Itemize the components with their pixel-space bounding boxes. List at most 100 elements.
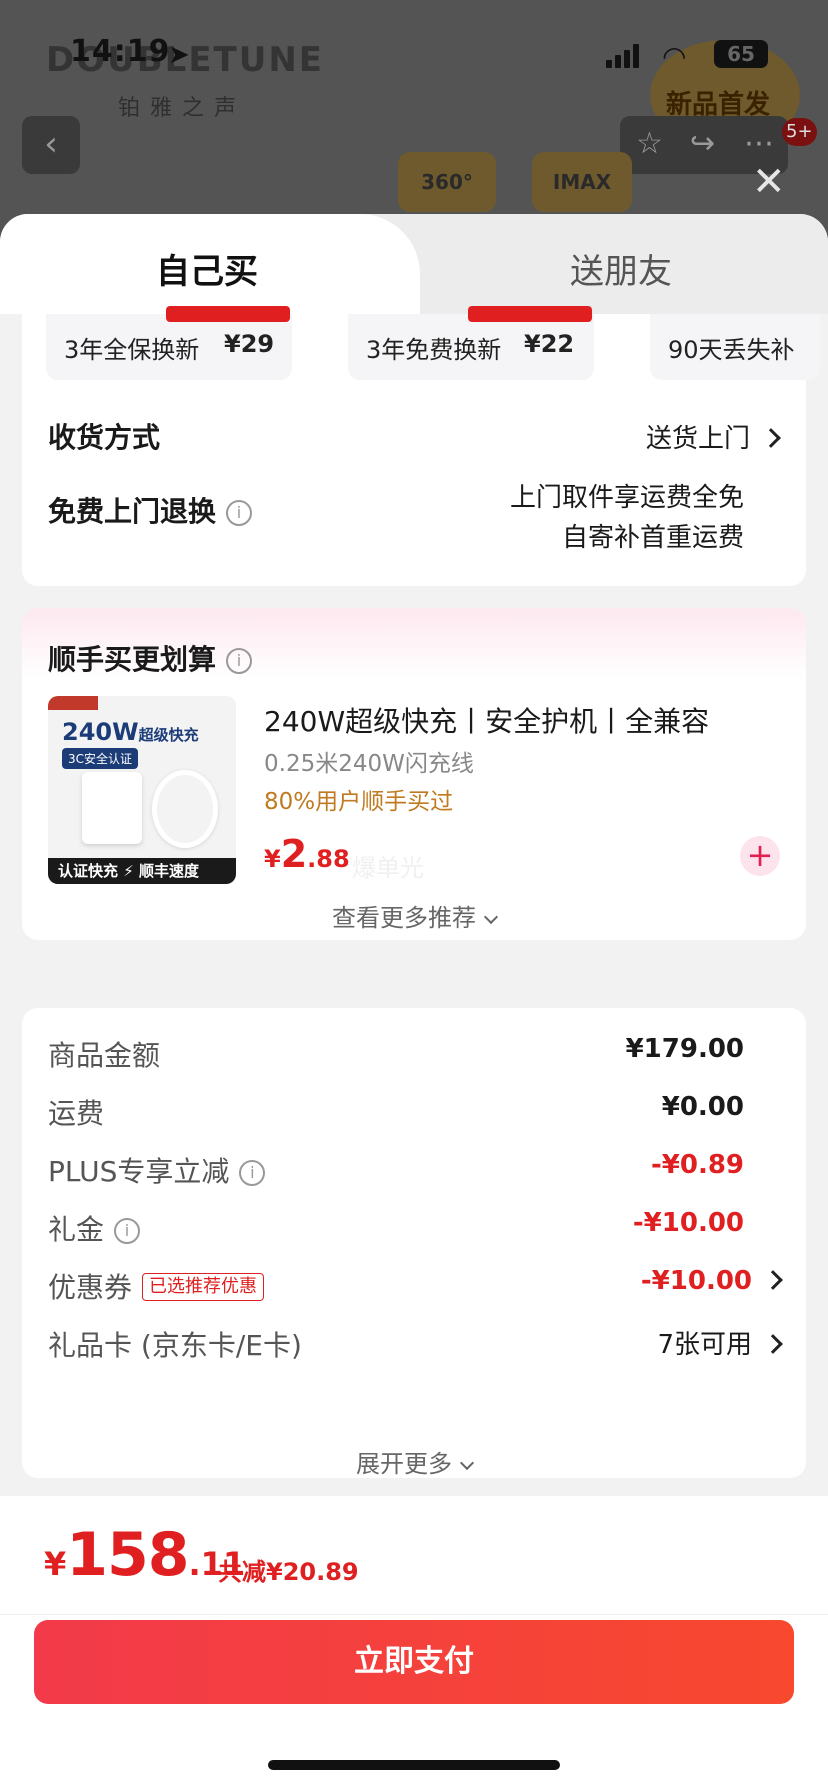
- back-button[interactable]: ‹: [22, 116, 80, 174]
- delivery-method[interactable]: 送货上门: [645, 418, 781, 455]
- star-icon[interactable]: ☆: [636, 126, 663, 161]
- product-image-bar: 认证快充 ⚡ 顺丰速度: [48, 858, 236, 884]
- status-time: 14:19: [70, 34, 171, 69]
- return-note: 上门取件享运费全免 自寄补首重运费: [364, 478, 744, 558]
- expand-more-button[interactable]: 展开更多: [22, 1444, 806, 1479]
- more-icon[interactable]: ⋯: [744, 126, 774, 161]
- summary-label: PLUS专享立减: [48, 1155, 230, 1188]
- charger-illustration: [82, 772, 142, 844]
- warranty-option[interactable]: 3年全保换新 ¥29: [46, 306, 292, 380]
- cable-illustration: [152, 770, 218, 848]
- delivery-value: 送货上门: [645, 424, 750, 454]
- summary-label-group: PLUS专享立减 i: [48, 1150, 266, 1190]
- summary-label: 运费: [48, 1097, 105, 1130]
- pay-now-button[interactable]: 立即支付: [34, 1620, 794, 1704]
- coupon-value: -¥10.00: [640, 1266, 752, 1296]
- payment-bar: ¥158.11 共减¥20.89 立即支付: [0, 1496, 828, 1792]
- summary-value: -¥0.89: [650, 1150, 744, 1180]
- wifi-icon: ◠: [662, 40, 687, 73]
- product-image-headline: 240W超级快充: [62, 718, 199, 746]
- summary-label: 礼金: [48, 1213, 105, 1246]
- share-icon[interactable]: ↪: [690, 126, 715, 161]
- warranty-price: ¥22: [524, 330, 575, 358]
- message-count-badge: 5+: [782, 118, 817, 146]
- location-arrow-icon: ➤: [168, 40, 190, 70]
- warranty-option[interactable]: 3年免费换新 ¥22: [348, 306, 594, 380]
- plus-icon: +: [746, 836, 774, 874]
- summary-label-group: 礼金 i: [48, 1208, 141, 1248]
- product-price: ¥2.88: [264, 832, 350, 876]
- warranty-option[interactable]: 90天丢失补: [650, 314, 820, 380]
- back-icon: ‹: [44, 124, 58, 164]
- summary-row: 礼金 i -¥10.00: [48, 1208, 780, 1248]
- return-note-line: 上门取件享运费全免: [509, 483, 744, 513]
- tab-buy-for-self[interactable]: 自己买: [156, 244, 258, 293]
- product-popularity: 80%用户顺手买过: [264, 789, 454, 815]
- info-icon[interactable]: i: [114, 1218, 141, 1244]
- info-icon[interactable]: i: [226, 648, 253, 674]
- chevron-right-icon: [761, 427, 781, 448]
- info-icon[interactable]: i: [239, 1160, 266, 1186]
- addon-title: 顺手买更划算 i: [48, 638, 253, 678]
- product-image-suffix: 超级快充: [138, 726, 199, 744]
- delivery-label: 收货方式: [48, 421, 161, 454]
- battery-indicator: 65: [714, 40, 768, 68]
- cellular-signal-icon: [606, 44, 640, 68]
- tab-send-to-friend[interactable]: 送朋友: [570, 244, 672, 293]
- warranty-promo-tag: [468, 306, 592, 322]
- price-integer: 2: [280, 832, 308, 876]
- service-card: 3年全保换新 ¥29 3年免费换新 ¥22 90天丢失补 收货方式 送货上门 免…: [22, 306, 820, 586]
- addon-title-text: 顺手买更划算: [48, 643, 217, 676]
- total-price: ¥158.11: [44, 1520, 245, 1590]
- see-more-label: 查看更多推荐: [332, 904, 476, 932]
- summary-value: 7张可用: [657, 1324, 783, 1361]
- product-title[interactable]: 240W超级快充丨安全护机丨全兼容: [264, 700, 709, 740]
- home-indicator: [268, 1760, 560, 1770]
- summary-label-group: 优惠券 已选推荐优惠: [48, 1266, 265, 1306]
- add-to-order-button[interactable]: +: [740, 836, 780, 876]
- warranty-promo-tag: [166, 306, 290, 322]
- coupon-row[interactable]: 优惠券 已选推荐优惠 -¥10.00: [48, 1266, 783, 1306]
- warranty-price: ¥29: [224, 330, 275, 358]
- info-icon[interactable]: i: [226, 500, 253, 526]
- total-savings: 共减¥20.89: [218, 1558, 359, 1586]
- product-price-note: 爆单光: [352, 854, 424, 882]
- summary-value: -¥10.00: [632, 1208, 744, 1238]
- summary-value: ¥0.00: [661, 1092, 744, 1122]
- total-integer: 158: [66, 1520, 189, 1590]
- purchase-tabs: 自己买 送朋友: [0, 214, 828, 314]
- product-image-cert: 3C安全认证: [62, 748, 139, 769]
- chevron-right-icon: [763, 1269, 783, 1290]
- expand-more-label: 展开更多: [356, 1450, 452, 1478]
- surround-360-badge: 360°: [398, 152, 496, 212]
- summary-row: 运费 ¥0.00: [48, 1092, 780, 1132]
- summary-row: 商品金额 ¥179.00: [48, 1034, 780, 1074]
- chevron-down-icon: [483, 909, 499, 925]
- warranty-name: 90天丢失补: [668, 336, 795, 364]
- total-currency: ¥: [44, 1545, 67, 1583]
- summary-label: 礼品卡 (京东卡/E卡): [48, 1329, 302, 1362]
- price-decimal: .88: [307, 845, 350, 873]
- free-return-row: 免费上门退换 i: [48, 490, 253, 530]
- gift-card-value: 7张可用: [657, 1330, 752, 1360]
- summary-row: PLUS专享立减 i -¥0.89: [48, 1150, 780, 1190]
- summary-label: 优惠券: [48, 1271, 133, 1304]
- return-note-line: 自寄补首重运费: [561, 523, 744, 553]
- chevron-down-icon: [459, 1455, 475, 1471]
- imax-badge: IMAX: [532, 152, 632, 212]
- price-summary-card: 商品金额 ¥179.00 运费 ¥0.00 PLUS专享立减 i -¥0.89 礼…: [22, 1008, 806, 1478]
- product-subtitle: 0.25米240W闪充线: [264, 751, 474, 777]
- product-image-wattage: 240W: [62, 718, 139, 746]
- gift-card-row[interactable]: 礼品卡 (京东卡/E卡) 7张可用: [48, 1324, 783, 1364]
- product-image[interactable]: 240W超级快充 3C安全认证 认证快充 ⚡ 顺丰速度: [48, 696, 236, 884]
- see-more-recommendations[interactable]: 查看更多推荐: [22, 898, 806, 933]
- close-icon[interactable]: ✕: [752, 162, 786, 202]
- coupon-tag: 已选推荐优惠: [142, 1273, 265, 1301]
- price-currency: ¥: [264, 845, 281, 873]
- addon-recommendation-card: 顺手买更划算 i 240W超级快充 3C安全认证 认证快充 ⚡ 顺丰速度 240W…: [22, 608, 806, 940]
- summary-value: -¥10.00: [640, 1266, 783, 1296]
- chevron-right-icon: [763, 1333, 783, 1354]
- warranty-name: 3年全保换新: [64, 336, 200, 364]
- brand-subtitle: 铂雅之声: [118, 96, 247, 121]
- summary-label: 商品金额: [48, 1039, 161, 1072]
